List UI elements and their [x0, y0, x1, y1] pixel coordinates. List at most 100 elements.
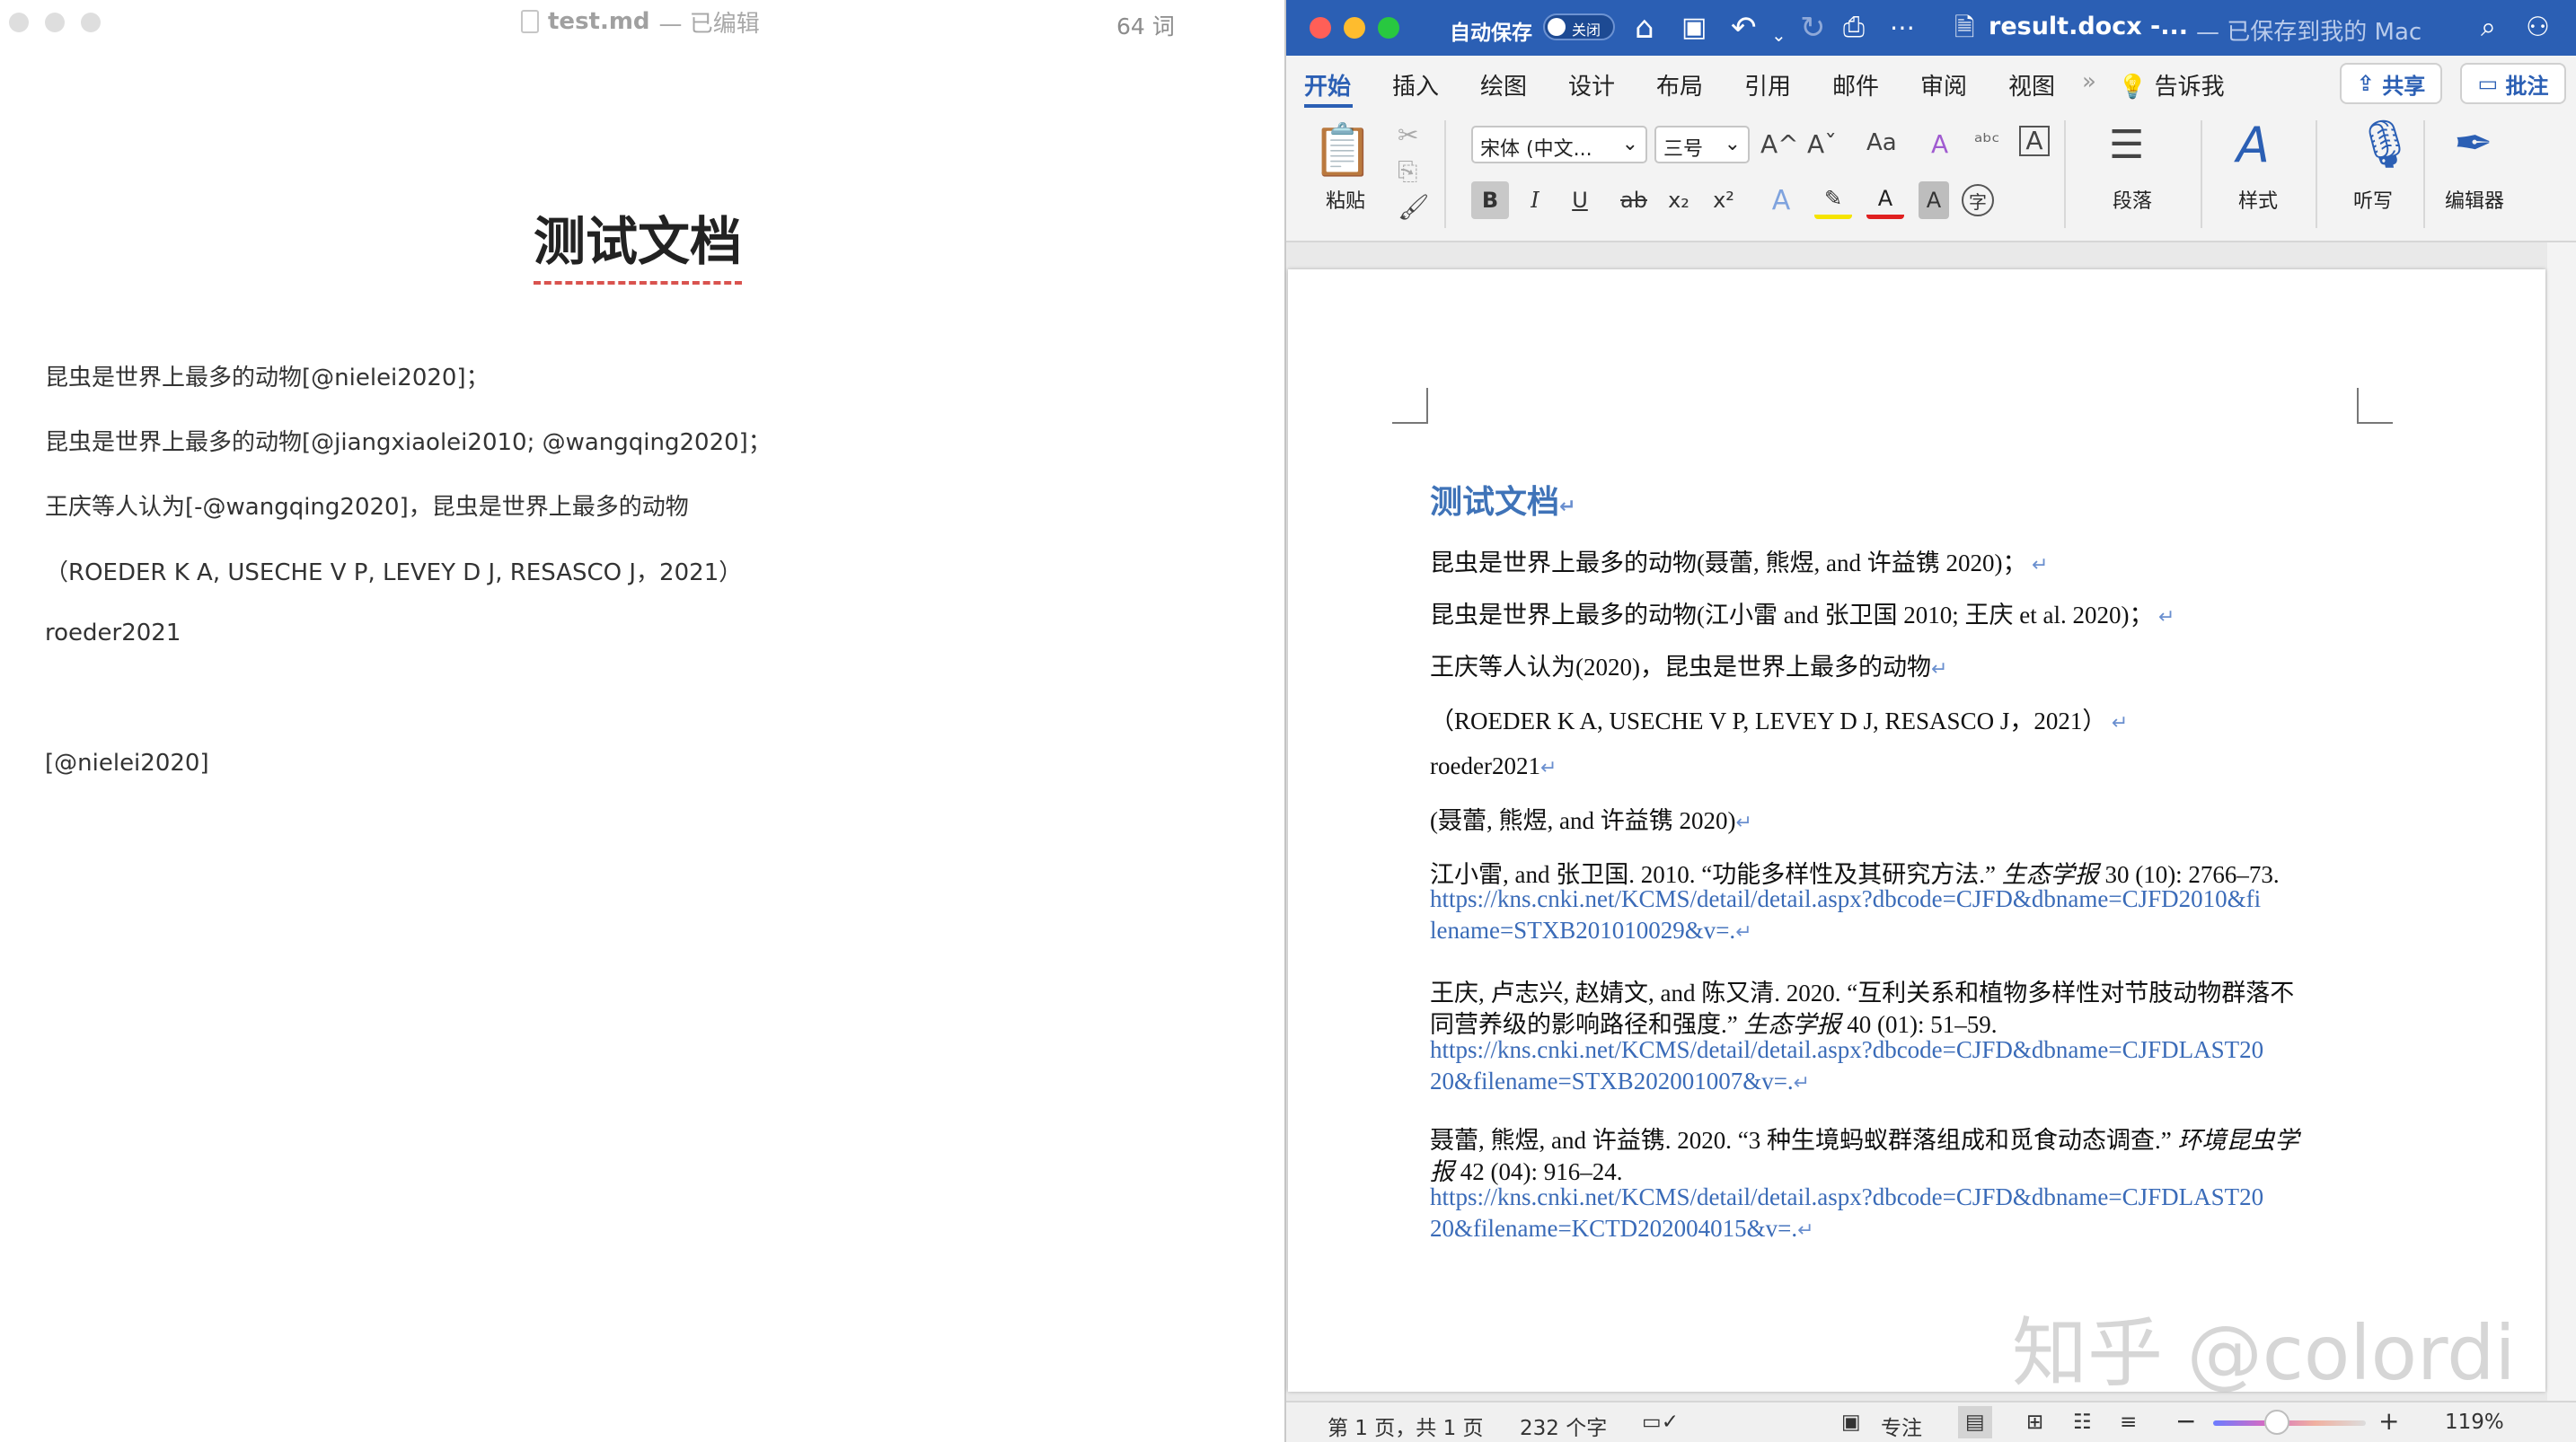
vertical-scrollbar[interactable]	[2547, 242, 2576, 1410]
zoom-out-icon[interactable]: −	[2175, 1406, 2196, 1436]
enclose-characters-icon[interactable]: 字	[1962, 184, 1994, 216]
zoom-level[interactable]: 119%	[2445, 1411, 2504, 1434]
reference-url[interactable]: https://kns.cnki.net/KCMS/detail/detail.…	[1430, 1183, 2263, 1211]
paste-label[interactable]: 粘贴	[1326, 185, 1365, 214]
bold-button[interactable]: B	[1471, 181, 1509, 219]
strikethrough-button[interactable]: ab	[1615, 181, 1653, 219]
superscript-button[interactable]: x²	[1705, 181, 1742, 219]
tab-draw[interactable]: 绘图	[1480, 68, 1527, 101]
format-painter-icon[interactable]: 🖌	[1398, 192, 1430, 222]
window-controls-inactive[interactable]	[9, 13, 101, 32]
word-count[interactable]: 232 个字	[1520, 1411, 1607, 1441]
paragraph[interactable]: 昆虫是世界上最多的动物[@jiangxiaolei2010; @wangqing…	[45, 424, 772, 457]
paragraph[interactable]: [@nielei2020]	[45, 750, 209, 777]
character-shading-icon[interactable]: A	[1919, 181, 1949, 219]
draft-view-icon[interactable]: ≡	[2120, 1411, 2137, 1434]
editor-label[interactable]: 编辑器	[2445, 185, 2504, 214]
copy-icon[interactable]: ⎘	[1398, 156, 1417, 187]
document-line[interactable]: （ROEDER K A, USECHE V P, LEVEY D J, RESA…	[1430, 701, 2128, 736]
autosave-toggle[interactable]: 关闭	[1543, 13, 1615, 40]
tab-view[interactable]: 视图	[2008, 68, 2055, 101]
change-case-icon[interactable]: Aa	[1866, 129, 1897, 156]
paragraph-label[interactable]: 段落	[2113, 185, 2152, 214]
account-icon[interactable]: ⚇	[2526, 11, 2550, 45]
tab-home[interactable]: 开始	[1304, 68, 1351, 101]
search-icon[interactable]: ⌕	[2481, 11, 2496, 45]
grow-font-icon[interactable]: A^	[1760, 129, 1799, 159]
web-layout-icon[interactable]: ⊞	[2026, 1411, 2043, 1434]
microphone-icon[interactable]: 🎙	[2355, 117, 2414, 171]
document-line[interactable]: 昆虫是世界上最多的动物(江小雷 and 张卫国 2010; 王庆 et al. …	[1430, 595, 2175, 630]
clear-formatting-icon[interactable]: A	[1931, 129, 1948, 159]
proofing-icon[interactable]: ▭✓	[1642, 1411, 1679, 1434]
document-title[interactable]: 测试文档↵	[1430, 476, 1575, 523]
page-count[interactable]: 第 1 页，共 1 页	[1328, 1411, 1484, 1441]
phonetic-guide-icon[interactable]: ᵃᵇᶜ	[1974, 129, 2000, 154]
tab-references[interactable]: 引用	[1744, 68, 1791, 101]
save-status[interactable]: — 已保存到我的 Mac	[2196, 13, 2422, 47]
paragraph[interactable]: （ROEDER K A, USECHE V P, LEVEY D J, RESA…	[45, 554, 742, 587]
zoom-slider[interactable]	[2213, 1420, 2366, 1426]
text-effects-icon[interactable]: A	[1762, 181, 1800, 219]
italic-button[interactable]: I	[1516, 181, 1554, 219]
subscript-button[interactable]: x₂	[1660, 181, 1698, 219]
document-line[interactable]: (聂蕾, 熊煜, and 许益镌 2020)↵	[1430, 801, 1752, 836]
zoom-slider-handle[interactable]	[2264, 1410, 2290, 1435]
reference-url[interactable]: https://kns.cnki.net/KCMS/detail/detail.…	[1430, 885, 2261, 913]
zoom-in-icon[interactable]: +	[2378, 1406, 2399, 1436]
reference-url[interactable]: https://kns.cnki.net/KCMS/detail/detail.…	[1430, 1036, 2263, 1064]
cut-icon[interactable]: ✂	[1398, 120, 1418, 150]
share-button[interactable]: ⇪ 共享	[2340, 63, 2442, 104]
document-line[interactable]: roeder2021↵	[1430, 752, 1557, 780]
tab-review[interactable]: 审阅	[1920, 68, 1967, 101]
print-layout-icon[interactable]: ▤	[1958, 1406, 1992, 1438]
tab-layout[interactable]: 布局	[1656, 68, 1703, 101]
more-icon[interactable]: ⋯	[1890, 11, 1915, 45]
tab-mailings[interactable]: 邮件	[1832, 68, 1879, 101]
reference-url[interactable]: 20&filename=KCTD202004015&v=.↵	[1430, 1215, 1814, 1243]
font-size-select[interactable]: 三号 ⌄	[1654, 126, 1750, 163]
shrink-font-icon[interactable]: Aˇ	[1807, 129, 1837, 159]
zoom-window-button[interactable]	[81, 13, 101, 32]
reference-entry[interactable]: 王庆, 卢志兴, 赵婧文, and 陈又清. 2020. “互利关系和植物多样性…	[1430, 973, 2294, 1008]
styles-label[interactable]: 样式	[2238, 185, 2278, 214]
document-line[interactable]: 昆虫是世界上最多的动物(聂蕾, 熊煜, and 许益镌 2020)； ↵	[1430, 543, 2048, 578]
paste-icon[interactable]: 📋	[1311, 120, 1374, 180]
editor-pen-icon[interactable]: ✒	[2454, 117, 2493, 171]
underline-button[interactable]: U	[1561, 181, 1599, 219]
document-name[interactable]: result.docx -...	[1989, 13, 2188, 40]
save-icon[interactable]: ▣	[1681, 11, 1707, 45]
minimize-window-button[interactable]	[1344, 17, 1365, 39]
font-name-select[interactable]: 宋体 (中文... ⌄	[1471, 126, 1647, 163]
paragraph[interactable]: roeder2021	[45, 620, 181, 646]
focus-icon[interactable]: ▣	[1841, 1411, 1861, 1434]
more-tabs-icon[interactable]: »	[2082, 68, 2096, 95]
undo-dropdown-icon[interactable]: ⌄	[1771, 18, 1786, 52]
home-icon[interactable]: ⌂	[1635, 11, 1654, 45]
document-line[interactable]: 王庆等人认为(2020)，昆虫是世界上最多的动物↵	[1430, 647, 1947, 682]
highlight-color-icon[interactable]: ✎	[1814, 181, 1852, 219]
paragraph-icon[interactable]: ☰	[2109, 122, 2144, 168]
minimize-window-button[interactable]	[45, 13, 65, 32]
dictate-label[interactable]: 听写	[2353, 185, 2393, 214]
word-count[interactable]: 64 词	[1116, 9, 1175, 41]
document-heading[interactable]: 测试文档	[0, 199, 1275, 285]
focus-mode-label[interactable]: 专注	[1881, 1411, 1922, 1441]
font-color-icon[interactable]: A	[1866, 181, 1904, 219]
character-border-icon[interactable]: A	[2019, 126, 2050, 156]
redo-icon[interactable]: ↻	[1800, 11, 1826, 45]
paragraph[interactable]: 王庆等人认为[-@wangqing2020]，昆虫是世界上最多的动物	[45, 488, 689, 522]
tab-design[interactable]: 设计	[1568, 68, 1615, 101]
undo-icon[interactable]: ↶	[1731, 11, 1757, 45]
zoom-window-button[interactable]	[1378, 17, 1399, 39]
reference-entry[interactable]: 聂蕾, 熊煜, and 许益镌. 2020. “3 种生境蚂蚁群落组成和觅食动态…	[1430, 1121, 2298, 1156]
outline-view-icon[interactable]: ☷	[2073, 1411, 2092, 1434]
tab-insert[interactable]: 插入	[1392, 68, 1439, 101]
close-window-button[interactable]	[9, 13, 29, 32]
close-window-button[interactable]	[1310, 17, 1331, 39]
reference-entry[interactable]: 同营养级的影响路径和强度.” 生态学报 40 (01): 51–59.	[1430, 1005, 1997, 1040]
paragraph[interactable]: 昆虫是世界上最多的动物[@nielei2020]；	[45, 359, 490, 392]
reference-entry[interactable]: 报 42 (04): 916–24.	[1430, 1152, 1622, 1187]
reference-url[interactable]: 20&filename=STXB202001007&v=.↵	[1430, 1068, 1810, 1095]
print-icon[interactable]: ⎙	[1843, 11, 1865, 45]
